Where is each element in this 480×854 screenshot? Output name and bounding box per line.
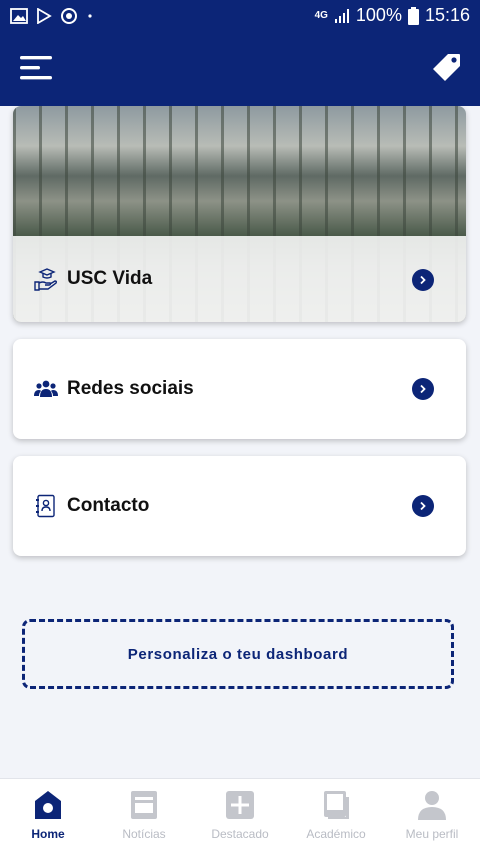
chevron-right-icon — [420, 275, 426, 285]
nav-destacado-label: Destacado — [211, 827, 269, 841]
redes-sociais-label: Redes sociais — [67, 378, 194, 399]
home-icon — [35, 791, 61, 819]
usc-vida-card[interactable]: USC Vida — [13, 106, 466, 322]
contacto-label: Contacto — [67, 495, 150, 516]
contacto-arrow — [412, 495, 434, 517]
usc-vida-arrow — [412, 269, 434, 291]
nav-meu-perfil[interactable]: Meu perfil — [384, 779, 480, 854]
redes-sociais-card[interactable]: Redes sociais — [13, 339, 466, 439]
clock: 15:16 — [424, 5, 470, 25]
customize-dashboard-button[interactable]: Personaliza o teu dashboard — [22, 619, 454, 689]
nav-destacado[interactable]: Destacado — [192, 779, 288, 854]
newspaper-icon — [131, 791, 157, 819]
sync-icon — [61, 8, 77, 24]
chevron-right-icon — [420, 384, 426, 394]
hand-graduation-cap-icon — [34, 268, 58, 291]
usc-vida-label: USC Vida — [67, 268, 153, 289]
nav-noticias-label: Notícias — [122, 827, 166, 841]
dashboard-content: USC Vida Redes sociais Contacto Personal… — [0, 106, 480, 778]
status-bar: 4G 100% 15:16 — [0, 0, 480, 32]
battery-icon — [407, 6, 419, 25]
gallery-icon — [10, 8, 28, 24]
status-notifications — [10, 7, 94, 25]
dot-icon — [88, 14, 92, 18]
redes-sociais-arrow — [412, 378, 434, 400]
book-icon — [324, 791, 349, 819]
signal-icon — [334, 8, 349, 23]
hamburger-menu-icon — [20, 56, 52, 80]
address-book-icon — [36, 494, 55, 518]
network-type: 4G — [314, 10, 328, 21]
plus-square-icon — [226, 791, 254, 819]
tag-button[interactable] — [432, 52, 462, 82]
nav-home[interactable]: Home — [0, 779, 96, 854]
contacto-card[interactable]: Contacto — [13, 456, 466, 556]
tag-icon — [433, 54, 460, 81]
user-icon — [418, 791, 446, 820]
battery-percent: 100% — [355, 5, 402, 25]
nav-home-label: Home — [31, 827, 65, 841]
nav-academico[interactable]: Académico — [288, 779, 384, 854]
bottom-navigation: Home Notícias Destacado Académico Meu pe… — [0, 778, 480, 854]
nav-meu-perfil-label: Meu perfil — [405, 827, 459, 841]
nav-noticias[interactable]: Notícias — [96, 779, 192, 854]
status-system: 4G 100% 15:16 — [315, 5, 470, 26]
play-store-icon — [37, 8, 52, 24]
nav-academico-label: Académico — [306, 827, 366, 841]
customize-dashboard-label: Personaliza o teu dashboard — [127, 645, 349, 663]
menu-button[interactable] — [20, 54, 54, 82]
app-bar — [0, 32, 480, 106]
people-group-icon — [34, 380, 58, 397]
chevron-right-icon — [420, 501, 426, 511]
